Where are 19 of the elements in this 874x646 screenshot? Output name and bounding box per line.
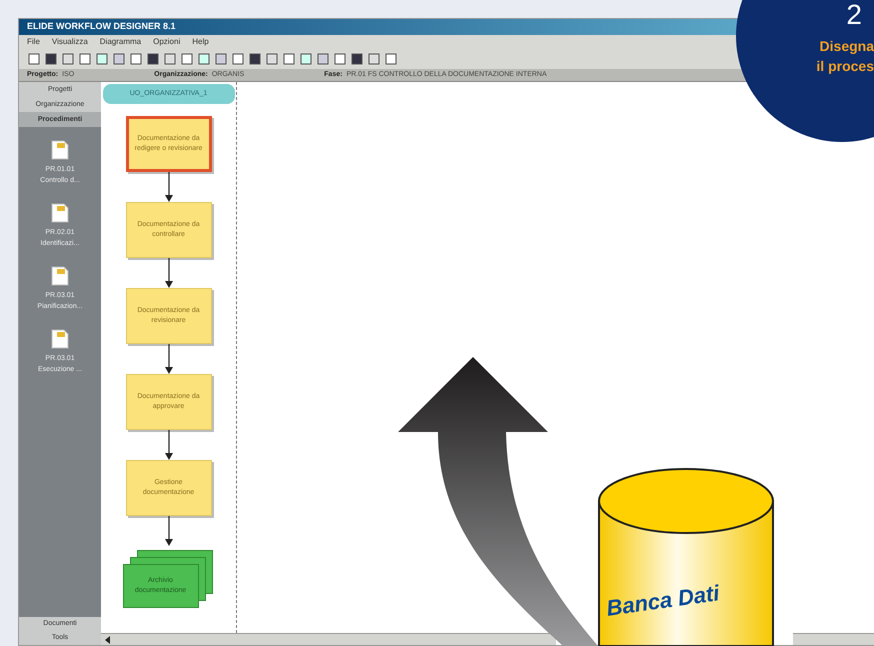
menu-item[interactable]: Diagramma xyxy=(100,36,142,48)
database-label: Banca Dati xyxy=(604,579,722,623)
scroll-left-icon[interactable] xyxy=(105,636,111,644)
flow-arrow xyxy=(164,430,172,460)
menu-item[interactable]: File xyxy=(27,36,40,48)
horizontal-scrollbar[interactable] xyxy=(101,633,556,645)
flow-arrow xyxy=(164,258,172,288)
document-icon xyxy=(48,202,71,224)
menu-item[interactable]: Visualizza xyxy=(52,36,88,48)
document-icon xyxy=(48,265,71,287)
flow-arrow xyxy=(164,172,172,202)
step-caption: Disegna il proces xyxy=(815,37,874,76)
flow-arrow xyxy=(164,516,172,546)
document-icon xyxy=(49,328,71,350)
document-icon xyxy=(49,139,71,161)
menu-item[interactable]: Help xyxy=(192,36,209,48)
flow-arrow xyxy=(164,344,172,374)
scrollbar-end[interactable] xyxy=(793,633,874,645)
menu-item[interactable]: Opzioni xyxy=(153,36,180,48)
